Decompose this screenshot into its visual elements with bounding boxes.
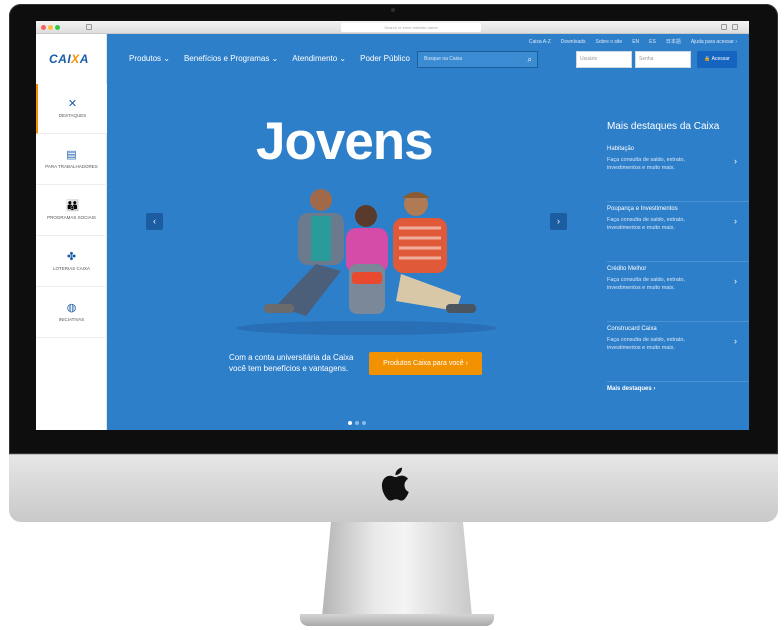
- highlight-description: Faça consulta de saldo, extrato, investi…: [607, 157, 685, 171]
- tabs-icon[interactable]: [732, 24, 738, 30]
- main-nav-item[interactable]: Produtos ⌄: [129, 54, 170, 63]
- share-icon[interactable]: [721, 24, 727, 30]
- maximize-window-icon[interactable]: [55, 25, 60, 30]
- highlights-panel: Mais destaques da Caixa Habitação Faça co…: [607, 121, 749, 392]
- main-nav-item[interactable]: Benefícios e Programas ⌄: [184, 54, 278, 63]
- chevron-right-icon[interactable]: ›: [734, 156, 737, 166]
- chevron-right-icon[interactable]: ›: [734, 276, 737, 286]
- products-cta-button[interactable]: Produtos Caixa para você ›: [369, 352, 482, 375]
- main-navigation: Produtos ⌄ Benefícios e Programas ⌄ Atendi…: [129, 54, 424, 63]
- website-screen: Search or enter website name CAIXA ✕ Dest…: [36, 21, 749, 430]
- highlight-item[interactable]: Crédito Melhor Faça consulta de saldo, ex…: [607, 266, 749, 322]
- highlight-item[interactable]: Poupança e Investimentos Faça consulta de…: [607, 206, 749, 262]
- more-highlights-link[interactable]: Mais destaques ›: [607, 386, 749, 392]
- apple-logo-icon: [381, 467, 409, 501]
- slider-dot[interactable]: [355, 421, 359, 425]
- family-icon: 👪: [65, 200, 80, 212]
- slider-next-button[interactable]: ›: [550, 213, 567, 230]
- sidebar-item-label: Loterias Caixa: [52, 266, 90, 271]
- imac-stand-base: [300, 614, 494, 626]
- main-nav-item[interactable]: Poder Público: [360, 54, 410, 63]
- utility-link[interactable]: Caixa A-Z: [529, 39, 551, 45]
- username-field[interactable]: Usuário: [576, 51, 632, 68]
- highlight-description: Faça consulta de saldo, extrato, investi…: [607, 337, 685, 351]
- slider-dot[interactable]: [362, 421, 366, 425]
- document-icon: ▤: [66, 149, 77, 161]
- chevron-right-icon[interactable]: ›: [734, 216, 737, 226]
- search-icon[interactable]: ⌕: [528, 52, 532, 67]
- utility-link[interactable]: Ajuda para acessar ›: [691, 39, 737, 45]
- highlights-title: Mais destaques da Caixa: [607, 121, 720, 132]
- utility-link[interactable]: 日本語: [666, 39, 681, 45]
- sidebar: CAIXA ✕ Destaques ▤ Para trabalhadores 👪 Prog…: [36, 34, 107, 430]
- students-photo: [236, 189, 496, 335]
- imac-stand: [322, 522, 472, 617]
- slider-prev-button[interactable]: ‹: [146, 213, 163, 230]
- search-input[interactable]: Busque na Caixa ⌕: [417, 51, 538, 68]
- hero-title: Jovens: [256, 112, 434, 171]
- x-icon: ✕: [67, 98, 78, 110]
- highlight-description: Faça consulta de saldo, extrato, investi…: [607, 277, 685, 291]
- close-window-icon[interactable]: [41, 25, 46, 30]
- utility-links: Caixa A-Z Downloads Sobre o site EN ES 日本語 Aju…: [519, 38, 737, 45]
- sidebar-item-label: Destaques: [58, 113, 87, 118]
- highlight-name: Construcard Caixa: [607, 326, 657, 332]
- hero-tagline: Com a conta universitária da Caixa você …: [229, 353, 354, 373]
- header: Caixa A-Z Downloads Sobre o site EN ES 日本語 Aju…: [107, 34, 749, 75]
- imac-mockup: Search or enter website name CAIXA ✕ Dest…: [0, 0, 784, 630]
- sidebar-item-loterias-caixa[interactable]: ✤ Loterias Caixa: [36, 237, 107, 287]
- highlight-item[interactable]: Construcard Caixa Faça consulta de saldo,…: [607, 326, 749, 382]
- login-button[interactable]: 🔒 Acessar: [697, 51, 737, 68]
- sidebar-item-programas-sociais[interactable]: 👪 Programas sociais: [36, 186, 107, 236]
- highlight-name: Habitação: [607, 146, 635, 152]
- main-nav-item[interactable]: Atendimento ⌄: [292, 54, 346, 63]
- utility-link[interactable]: Sobre o site: [596, 39, 623, 45]
- globe-icon: ◍: [66, 302, 77, 314]
- chevron-right-icon[interactable]: ›: [734, 336, 737, 346]
- clover-icon: ✤: [66, 251, 77, 263]
- highlight-name: Poupança e Investimentos: [607, 206, 678, 212]
- slider-dot[interactable]: [348, 421, 352, 425]
- caixa-logo[interactable]: CAIXA: [49, 52, 89, 66]
- address-bar[interactable]: Search or enter website name: [341, 23, 481, 32]
- browser-toolbar: Search or enter website name: [36, 21, 749, 34]
- highlight-description: Faça consulta de saldo, extrato, investi…: [607, 217, 685, 231]
- minimize-window-icon[interactable]: [48, 25, 53, 30]
- utility-link[interactable]: Downloads: [561, 39, 586, 45]
- password-field[interactable]: Senha: [635, 51, 691, 68]
- highlight-name: Crédito Melhor: [607, 266, 647, 272]
- sidebar-item-label: Programas sociais: [47, 215, 96, 220]
- camera: [391, 8, 395, 12]
- sidebar-item-para-trabalhadores[interactable]: ▤ Para trabalhadores: [36, 135, 107, 185]
- sidebar-item-destaques[interactable]: ✕ Destaques: [36, 84, 107, 134]
- sidebar-item-label: Para trabalhadores: [45, 164, 98, 169]
- slider-pagination: [348, 412, 369, 430]
- highlight-item[interactable]: Habitação Faça consulta de saldo, extrato…: [607, 146, 749, 202]
- sidebar-item-label: Iniciativas: [58, 317, 85, 322]
- utility-link[interactable]: EN: [632, 39, 639, 45]
- sidebar-item-iniciativas[interactable]: ◍ Iniciativas: [36, 288, 107, 338]
- utility-link[interactable]: ES: [649, 39, 656, 45]
- sidebar-toggle-icon[interactable]: [86, 24, 92, 30]
